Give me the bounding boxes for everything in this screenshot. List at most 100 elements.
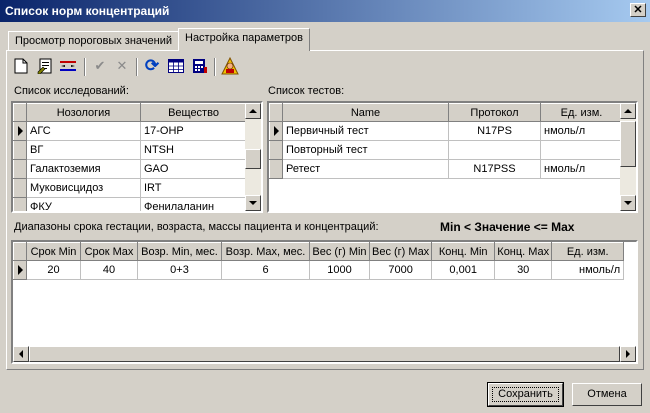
table-cell[interactable]: 0,001: [431, 260, 496, 280]
ranges-grid[interactable]: Срок Min Срок Max Возр. Min, мес. Возр. …: [11, 240, 638, 364]
row-indicator[interactable]: [13, 140, 27, 160]
table-cell[interactable]: Муковисцидоз: [26, 178, 141, 198]
table-cell[interactable]: нмоль/л: [551, 260, 625, 280]
column-header[interactable]: Ед. изм.: [551, 242, 625, 261]
table-view-button[interactable]: [166, 56, 186, 76]
cancel-button[interactable]: Отмена: [572, 383, 642, 406]
row-indicator[interactable]: [269, 140, 283, 160]
table-cell[interactable]: Фенилаланин: [140, 197, 247, 211]
column-header[interactable]: Возр. Min, мес.: [137, 242, 222, 261]
scroll-thumb[interactable]: [29, 346, 620, 362]
tests-grid[interactable]: Name Протокол Ед. изм. Первичный тест N17…: [267, 101, 638, 213]
user-settings-button[interactable]: [220, 56, 240, 76]
row-indicator[interactable]: [269, 121, 283, 141]
table-cell[interactable]: 20: [26, 260, 81, 280]
scroll-thumb[interactable]: [245, 149, 261, 169]
table-cell[interactable]: ФКУ: [26, 197, 141, 211]
table-cell[interactable]: нмоль/л: [540, 121, 623, 141]
table-cell[interactable]: 7000: [369, 260, 433, 280]
studies-grid[interactable]: Нозология Вещество АГС 17-OHP ВГ NTSH Галакт…: [11, 101, 263, 213]
column-header[interactable]: Срок Max: [80, 242, 138, 261]
toolbar-separator: [214, 58, 216, 76]
accept-button[interactable]: ✔: [90, 56, 110, 76]
arrow-down-icon: [624, 201, 632, 205]
table-cell[interactable]: [448, 140, 541, 160]
scroll-left-button[interactable]: [13, 346, 29, 362]
scroll-thumb[interactable]: [620, 121, 636, 167]
tab-view-thresholds[interactable]: Просмотр пороговых значений: [8, 31, 180, 51]
table-row[interactable]: Муковисцидоз IRT: [13, 178, 247, 198]
table-cell[interactable]: 30: [494, 260, 553, 280]
row-indicator[interactable]: [13, 178, 27, 198]
table-cell[interactable]: 1000: [309, 260, 370, 280]
table-row[interactable]: АГС 17-OHP: [13, 121, 247, 141]
calculator-button[interactable]: [190, 56, 210, 76]
column-header[interactable]: Вес (г) Max: [368, 242, 433, 261]
current-row-pointer-icon: [274, 126, 279, 136]
table-row[interactable]: Ретест N17PSS нмоль/л: [269, 159, 623, 179]
column-header[interactable]: Срок Min: [26, 242, 81, 261]
table-cell[interactable]: Повторный тест: [282, 140, 449, 160]
column-header[interactable]: Возр. Max, мес.: [221, 242, 310, 261]
column-header[interactable]: Конц. Max: [494, 242, 553, 261]
tests-vertical-scrollbar[interactable]: [620, 103, 636, 211]
table-row[interactable]: Галактоземия GAO: [13, 159, 247, 179]
row-indicator[interactable]: [13, 159, 27, 179]
row-indicator[interactable]: [13, 197, 27, 211]
table-cell[interactable]: нмоль/л: [540, 159, 623, 179]
refresh-button[interactable]: ⟳: [142, 56, 162, 76]
column-header[interactable]: Нозология: [26, 103, 141, 122]
studies-vertical-scrollbar[interactable]: [245, 103, 261, 211]
new-button[interactable]: [11, 56, 31, 76]
header-indicator: [269, 103, 283, 122]
column-header[interactable]: Вес (г) Min: [309, 242, 370, 261]
table-cell[interactable]: NTSH: [140, 140, 247, 160]
move-rows-icon: [60, 61, 76, 71]
column-header[interactable]: Ед. изм.: [540, 103, 623, 122]
table-cell[interactable]: N17PSS: [448, 159, 541, 179]
row-indicator[interactable]: [13, 260, 27, 280]
arrow-up-icon: [624, 109, 632, 113]
ranges-horizontal-scrollbar[interactable]: [13, 346, 636, 362]
table-cell[interactable]: Галактоземия: [26, 159, 141, 179]
save-button[interactable]: Сохранить: [487, 382, 564, 407]
column-header[interactable]: Протокол: [448, 103, 541, 122]
column-header[interactable]: Вещество: [140, 103, 247, 122]
current-row-pointer-icon: [18, 265, 23, 275]
table-row[interactable]: Первичный тест N17PS нмоль/л: [269, 121, 623, 141]
table-row[interactable]: ФКУ Фенилаланин: [13, 197, 247, 211]
scroll-up-button[interactable]: [620, 103, 636, 119]
column-header[interactable]: Конц. Min: [431, 242, 496, 261]
table-cell[interactable]: ВГ: [26, 140, 141, 160]
scroll-down-button[interactable]: [620, 195, 636, 211]
table-cell[interactable]: 0+3: [137, 260, 222, 280]
table-cell[interactable]: Ретест: [282, 159, 449, 179]
tab-label: Настройка параметров: [185, 32, 303, 44]
table-cell[interactable]: IRT: [140, 178, 247, 198]
row-indicator[interactable]: [269, 159, 283, 179]
table-cell[interactable]: 40: [80, 260, 138, 280]
scroll-right-button[interactable]: [620, 346, 636, 362]
move-rows-button[interactable]: [58, 56, 78, 76]
cancel-edit-button[interactable]: ✕: [112, 56, 132, 76]
scroll-up-button[interactable]: [245, 103, 261, 119]
close-window-button[interactable]: ✕: [630, 3, 646, 17]
scroll-down-button[interactable]: [245, 195, 261, 211]
table-row[interactable]: ВГ NTSH: [13, 140, 247, 160]
tab-settings[interactable]: Настройка параметров: [178, 28, 310, 51]
table-cell[interactable]: N17PS: [448, 121, 541, 141]
window-title: Список норм концентраций: [5, 4, 170, 18]
table-cell[interactable]: [540, 140, 623, 160]
table-cell[interactable]: Первичный тест: [282, 121, 449, 141]
row-indicator[interactable]: [13, 121, 27, 141]
table-cell[interactable]: АГС: [26, 121, 141, 141]
toolbar-separator: [136, 58, 138, 76]
table-cell[interactable]: 17-OHP: [140, 121, 247, 141]
column-header[interactable]: Name: [282, 103, 449, 122]
table-row[interactable]: Повторный тест: [269, 140, 623, 160]
edit-button[interactable]: [35, 56, 55, 76]
table-cell[interactable]: GAO: [140, 159, 247, 179]
table-cell[interactable]: 6: [221, 260, 310, 280]
table-row[interactable]: 20 40 0+3 6 1000 7000 0,001 30 нмоль/л: [13, 260, 625, 280]
studies-label: Список исследований:: [14, 85, 129, 97]
